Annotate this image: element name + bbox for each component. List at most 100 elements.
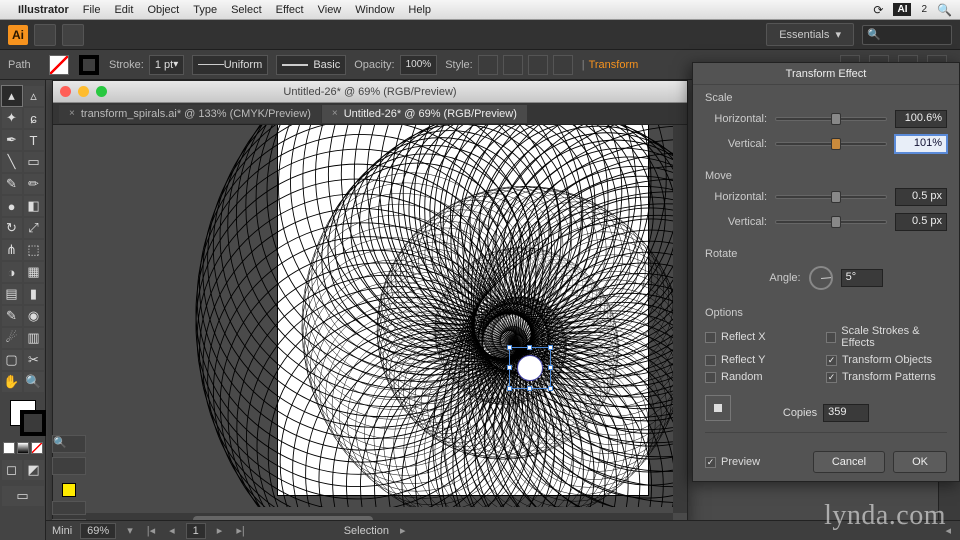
direct-select-tool[interactable]: ▵ <box>24 86 44 106</box>
recolor-icon[interactable] <box>503 55 523 75</box>
draw-mode-behind[interactable]: ◩ <box>24 460 44 480</box>
stroke-weight[interactable]: 1 pt ▾ <box>149 55 184 75</box>
transform-patterns-option[interactable]: ✓Transform Patterns <box>826 371 947 383</box>
shape-builder-tool[interactable]: ◑ <box>2 262 22 282</box>
rotate-tool[interactable]: ↻ <box>2 218 22 238</box>
vertical-scrollbar[interactable] <box>673 125 687 513</box>
app-bar: Ai Essentials ▾ 🔍 <box>0 20 960 50</box>
random-option[interactable]: Random <box>705 371 826 383</box>
cc-icon[interactable]: ⟳ <box>873 3 883 17</box>
yellow-swatch[interactable] <box>62 483 76 497</box>
eyedropper-tool[interactable]: ✎ <box>2 306 22 326</box>
bridge-icon[interactable] <box>34 24 56 46</box>
free-transform-tool[interactable]: ⬚ <box>24 240 44 260</box>
panel-icon[interactable] <box>52 457 86 475</box>
ok-button[interactable]: OK <box>893 451 947 473</box>
help-search[interactable]: 🔍 <box>862 25 952 45</box>
stroke-swatch[interactable] <box>79 55 99 75</box>
graphic-style-swatch[interactable] <box>478 55 498 75</box>
var-width-profile[interactable]: Basic <box>276 55 346 75</box>
spotlight-icon[interactable]: 🔍 <box>937 3 952 17</box>
scale-h-value[interactable]: 100.6% <box>895 110 947 128</box>
hand-tool[interactable]: ✋ <box>2 372 22 392</box>
paintbrush-tool[interactable]: ✎ <box>2 174 22 194</box>
scale-v-slider[interactable] <box>775 142 887 146</box>
reflect-y-option[interactable]: Reflect Y <box>705 354 826 366</box>
artboard-tool[interactable]: ▢ <box>2 350 22 370</box>
scale-h-slider[interactable] <box>775 117 887 121</box>
menu-type[interactable]: Type <box>193 4 217 16</box>
scale-strokes-option[interactable]: Scale Strokes & Effects <box>826 325 947 349</box>
panel-icon[interactable] <box>52 501 86 515</box>
blob-brush-tool[interactable]: ● <box>2 196 22 216</box>
first-artboard-icon[interactable]: |◂ <box>144 524 158 537</box>
zoom-dropdown-icon[interactable]: ▾ <box>124 524 136 537</box>
move-h-slider[interactable] <box>775 195 887 199</box>
line-tool[interactable]: ╲ <box>2 152 22 172</box>
prev-artboard-icon[interactable]: ◂ <box>166 524 178 537</box>
slice-tool[interactable]: ✂ <box>24 350 44 370</box>
symbol-sprayer-tool[interactable]: ☄ <box>2 328 22 348</box>
gradient-tool[interactable]: ▮ <box>24 284 44 304</box>
width-tool[interactable]: ⋔ <box>2 240 22 260</box>
pen-tool[interactable]: ✒ <box>2 130 22 150</box>
menu-select[interactable]: Select <box>231 4 262 16</box>
move-h-value[interactable]: 0.5 px <box>895 188 947 206</box>
reflect-x-option[interactable]: Reflect X <box>705 325 826 349</box>
preview-checkbox[interactable]: ✓Preview <box>705 456 760 468</box>
angle-value[interactable]: 5° <box>841 269 883 287</box>
menu-file[interactable]: File <box>83 4 101 16</box>
shape-icon[interactable] <box>553 55 573 75</box>
zoom-field[interactable]: 69% <box>80 523 116 539</box>
panel-icon[interactable]: 🔍 <box>52 435 86 453</box>
artboard-number[interactable]: 1 <box>186 523 206 539</box>
workspace-switcher[interactable]: Essentials ▾ <box>766 23 854 46</box>
graph-tool[interactable]: ▥ <box>24 328 44 348</box>
rectangle-tool[interactable]: ▭ <box>24 152 44 172</box>
mesh-tool[interactable]: ▤ <box>2 284 22 304</box>
pencil-tool[interactable]: ✏ <box>24 174 44 194</box>
doc-tab-2[interactable]: ×Untitled-26* @ 69% (RGB/Preview) <box>322 105 527 123</box>
angle-dial[interactable] <box>809 266 833 290</box>
menu-edit[interactable]: Edit <box>114 4 133 16</box>
move-v-slider[interactable] <box>775 220 887 224</box>
lasso-tool[interactable]: ɕ <box>24 108 44 128</box>
selection-tool[interactable]: ▴ <box>2 86 22 106</box>
menu-help[interactable]: Help <box>408 4 431 16</box>
menu-object[interactable]: Object <box>147 4 179 16</box>
scale-tool[interactable]: ⤢ <box>24 218 44 238</box>
close-tab-icon[interactable]: × <box>332 108 338 119</box>
copies-value[interactable]: 359 <box>823 404 869 422</box>
app-menu[interactable]: Illustrator <box>18 4 69 16</box>
transform-objects-option[interactable]: ✓Transform Objects <box>826 354 947 366</box>
watermark: lynda.com <box>824 500 946 532</box>
window-titlebar[interactable]: Untitled-26* @ 69% (RGB/Preview) <box>53 81 687 103</box>
screen-mode[interactable]: ▭ <box>2 486 44 506</box>
reference-point-selector[interactable] <box>705 395 731 421</box>
draw-mode-normal[interactable]: ◻ <box>2 460 22 480</box>
canvas-viewport[interactable] <box>53 125 673 507</box>
zoom-tool[interactable]: 🔍 <box>24 372 44 392</box>
move-v-value[interactable]: 0.5 px <box>895 213 947 231</box>
brush-definition[interactable]: Uniform <box>192 55 268 75</box>
selection-bounds[interactable] <box>509 347 551 389</box>
cancel-button[interactable]: Cancel <box>813 451 885 473</box>
perspective-tool[interactable]: ▦ <box>24 262 44 282</box>
menu-view[interactable]: View <box>318 4 342 16</box>
eraser-tool[interactable]: ◧ <box>24 196 44 216</box>
scale-v-value[interactable]: 101% <box>895 135 947 153</box>
magic-wand-tool[interactable]: ✦ <box>2 108 22 128</box>
transform-link[interactable]: Transform <box>589 59 639 71</box>
last-artboard-icon[interactable]: ▸| <box>233 524 247 537</box>
fill-swatch[interactable] <box>49 55 69 75</box>
arrange-icon[interactable] <box>62 24 84 46</box>
doc-tab-1[interactable]: ×transform_spirals.ai* @ 133% (CMYK/Prev… <box>59 105 321 123</box>
menu-window[interactable]: Window <box>355 4 394 16</box>
align-icon[interactable] <box>528 55 548 75</box>
blend-tool[interactable]: ◉ <box>24 306 44 326</box>
opacity-field[interactable]: 100% <box>400 55 438 75</box>
type-tool[interactable]: T <box>24 130 44 150</box>
menu-effect[interactable]: Effect <box>276 4 304 16</box>
next-artboard-icon[interactable]: ▸ <box>214 524 226 537</box>
close-tab-icon[interactable]: × <box>69 108 75 119</box>
